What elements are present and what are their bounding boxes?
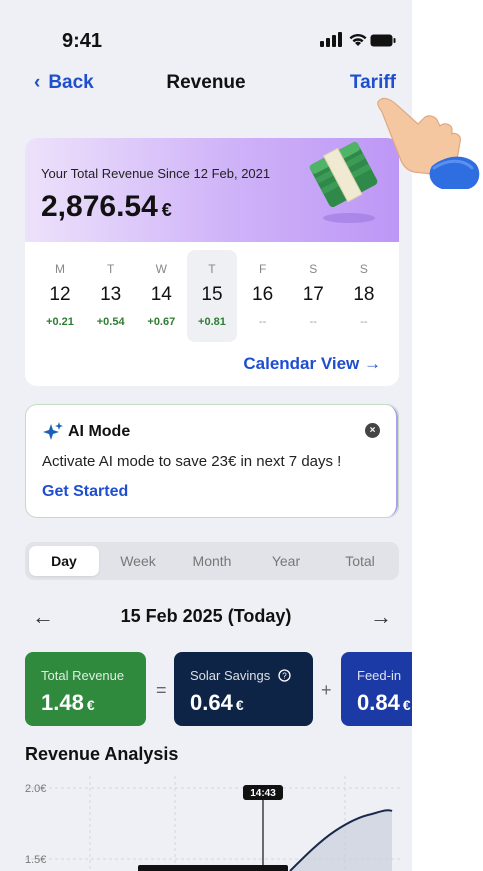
revenue-analysis-chart: 2.0€ 1.5€ 14:43 bbox=[25, 776, 400, 871]
status-time: 9:41 bbox=[62, 30, 103, 52]
day-number: 14 bbox=[150, 284, 172, 305]
metric-value: 0.84 € bbox=[357, 690, 411, 716]
metric-label: Total Revenue bbox=[41, 668, 125, 683]
day-sun-18[interactable]: S 18 -- bbox=[339, 250, 389, 342]
day-of-week: M bbox=[55, 262, 65, 276]
revenue-currency: € bbox=[161, 200, 172, 220]
metric-currency: € bbox=[86, 697, 95, 713]
day-sat-17[interactable]: S 17 -- bbox=[288, 250, 338, 342]
day-number: 12 bbox=[49, 284, 71, 305]
day-delta: +0.54 bbox=[96, 316, 125, 328]
ai-mode-card: AI Mode × Activate AI mode to save 23€ i… bbox=[25, 404, 399, 518]
ai-mode-description: Activate AI mode to save 23€ in next 7 d… bbox=[42, 453, 342, 470]
day-wed-14[interactable]: W 14 +0.67 bbox=[136, 250, 186, 342]
day-delta: +0.81 bbox=[198, 316, 226, 328]
tab-year[interactable]: Year bbox=[253, 546, 319, 576]
day-number: 18 bbox=[353, 284, 375, 305]
metric-currency: € bbox=[235, 697, 244, 713]
wifi-icon bbox=[349, 33, 367, 46]
total-revenue-card: Your Total Revenue Since 12 Feb, 2021 2,… bbox=[25, 138, 399, 386]
metric-amount: 1.48 bbox=[41, 690, 84, 715]
help-icon[interactable]: ? bbox=[278, 669, 291, 682]
day-delta: -- bbox=[360, 316, 368, 328]
tab-month[interactable]: Month bbox=[177, 546, 247, 576]
day-of-week: T bbox=[106, 262, 115, 276]
total-revenue-metric[interactable]: Total Revenue 1.48 € bbox=[25, 652, 146, 726]
calendar-view-link[interactable]: Calendar View → bbox=[243, 354, 381, 374]
y-tick-label: 1.5€ bbox=[25, 854, 46, 866]
revenue-label: Your Total Revenue Since 12 Feb, 2021 bbox=[41, 166, 271, 181]
metric-amount: 0.84 bbox=[357, 690, 400, 715]
metric-currency: € bbox=[402, 697, 411, 713]
time-marker-label: 14:43 bbox=[250, 788, 276, 799]
equals-operator: = bbox=[156, 680, 167, 700]
day-delta: +0.21 bbox=[46, 316, 74, 328]
revenue-value: 2,876.54 € bbox=[41, 190, 172, 224]
day-mon-12[interactable]: M 12 +0.21 bbox=[35, 250, 85, 342]
day-of-week: W bbox=[155, 262, 167, 276]
day-delta: -- bbox=[309, 316, 317, 328]
revenue-amount: 2,876.54 bbox=[41, 190, 158, 223]
date-navigator: ← 15 Feb 2025 (Today) → bbox=[0, 600, 412, 636]
metric-label: Feed-in bbox=[357, 668, 402, 683]
day-number: 16 bbox=[252, 284, 274, 305]
sparkle-icon bbox=[43, 422, 63, 440]
day-fri-16[interactable]: F 16 -- bbox=[238, 250, 288, 342]
ai-mode-title: AI Mode bbox=[68, 423, 131, 440]
metric-label-text: Solar Savings bbox=[190, 668, 271, 683]
day-number: 15 bbox=[201, 284, 223, 305]
pointing-hand-icon bbox=[377, 97, 480, 189]
metric-amount: 0.64 bbox=[190, 690, 233, 715]
current-date: 15 Feb 2025 (Today) bbox=[120, 606, 292, 626]
tooltip-box bbox=[138, 865, 288, 871]
day-number: 17 bbox=[302, 284, 324, 305]
next-day-button[interactable]: → bbox=[370, 604, 392, 630]
day-thu-15-selected[interactable]: T 15 +0.81 bbox=[186, 250, 237, 342]
svg-text:?: ? bbox=[282, 672, 287, 681]
day-of-week: T bbox=[208, 262, 216, 276]
feed-in-metric[interactable]: Feed-in 0.84 € bbox=[341, 652, 412, 726]
day-tue-13[interactable]: T 13 +0.54 bbox=[86, 250, 136, 342]
day-of-week: S bbox=[359, 262, 368, 276]
tab-day[interactable]: Day bbox=[29, 546, 99, 576]
revenue-header: Your Total Revenue Since 12 Feb, 2021 2,… bbox=[25, 138, 399, 242]
day-number: 13 bbox=[100, 284, 122, 305]
solar-savings-metric[interactable]: Solar Savings ? 0.64 € bbox=[174, 652, 313, 726]
status-icons bbox=[320, 30, 396, 50]
battery-icon bbox=[370, 34, 396, 47]
metric-value: 0.64 € bbox=[190, 690, 244, 716]
plus-operator: + bbox=[321, 680, 332, 700]
tab-total[interactable]: Total bbox=[327, 546, 393, 576]
day-delta: -- bbox=[258, 316, 267, 328]
nav-bar: ‹ Back Revenue Tariff bbox=[0, 66, 412, 102]
week-strip: M 12 +0.21 T 13 +0.54 W 14 +0.67 T 15 +0… bbox=[35, 250, 389, 342]
metric-label: Solar Savings ? bbox=[190, 668, 291, 683]
metric-value: 1.48 € bbox=[41, 690, 95, 716]
revenue-area bbox=[290, 810, 392, 871]
y-tick-label: 2.0€ bbox=[25, 783, 46, 795]
phone-screen: 9:41 ‹ Back Revenue Tariff Your Total Re… bbox=[0, 0, 412, 871]
close-icon[interactable]: × bbox=[365, 423, 380, 438]
get-started-button[interactable]: Get Started bbox=[42, 483, 128, 501]
status-bar: 9:41 bbox=[0, 0, 412, 70]
tab-week[interactable]: Week bbox=[105, 546, 171, 576]
day-of-week: F bbox=[258, 262, 267, 276]
period-tabs: Day Week Month Year Total bbox=[25, 542, 399, 580]
day-of-week: S bbox=[309, 262, 318, 276]
day-delta: +0.67 bbox=[147, 316, 176, 328]
revenue-analysis-title: Revenue Analysis bbox=[25, 744, 179, 764]
